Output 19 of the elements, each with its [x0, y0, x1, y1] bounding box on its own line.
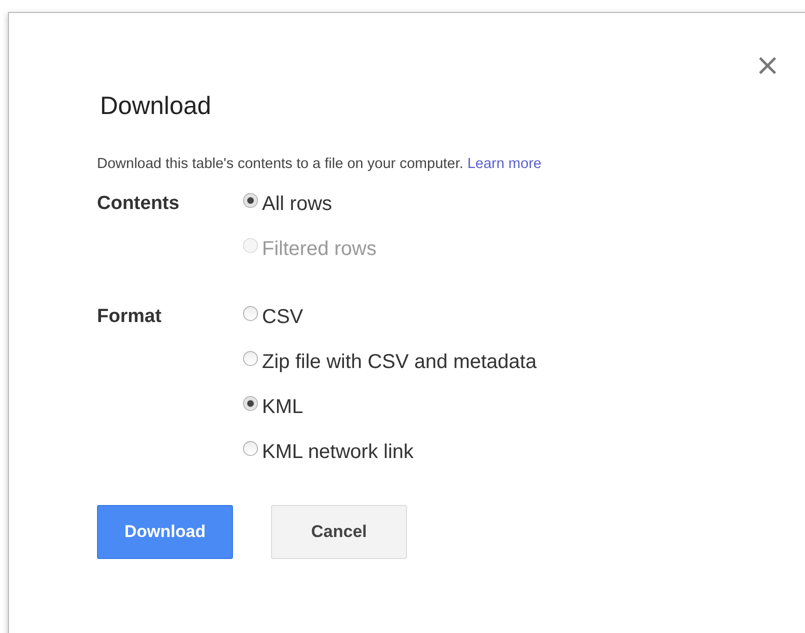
download-button[interactable]: Download — [97, 505, 233, 559]
option-label: All rows — [262, 192, 332, 216]
group-label: Format — [97, 305, 162, 329]
option-label: KML — [262, 396, 304, 418]
close-button[interactable]: × — [755, 51, 780, 81]
description-text: Download this table's contents to a file on your computer. Learn more — [97, 156, 542, 172]
learn-more-link[interactable]: Learn more — [467, 156, 542, 172]
cancel-button[interactable]: Cancel — [271, 505, 407, 559]
radio-button[interactable] — [243, 396, 258, 410]
option-label: KML network link — [262, 440, 414, 464]
dialog-title: Download — [100, 91, 212, 121]
radio-button[interactable] — [243, 306, 258, 320]
option-label: CSV — [262, 306, 304, 328]
radio-button[interactable] — [243, 350, 258, 366]
radio-button[interactable] — [243, 192, 258, 208]
radio-button[interactable] — [243, 440, 258, 456]
option-label: Zip file with CSV and metadata — [262, 350, 537, 374]
group-label: Contents — [97, 192, 180, 216]
option-label: Filtered rows — [262, 238, 376, 260]
